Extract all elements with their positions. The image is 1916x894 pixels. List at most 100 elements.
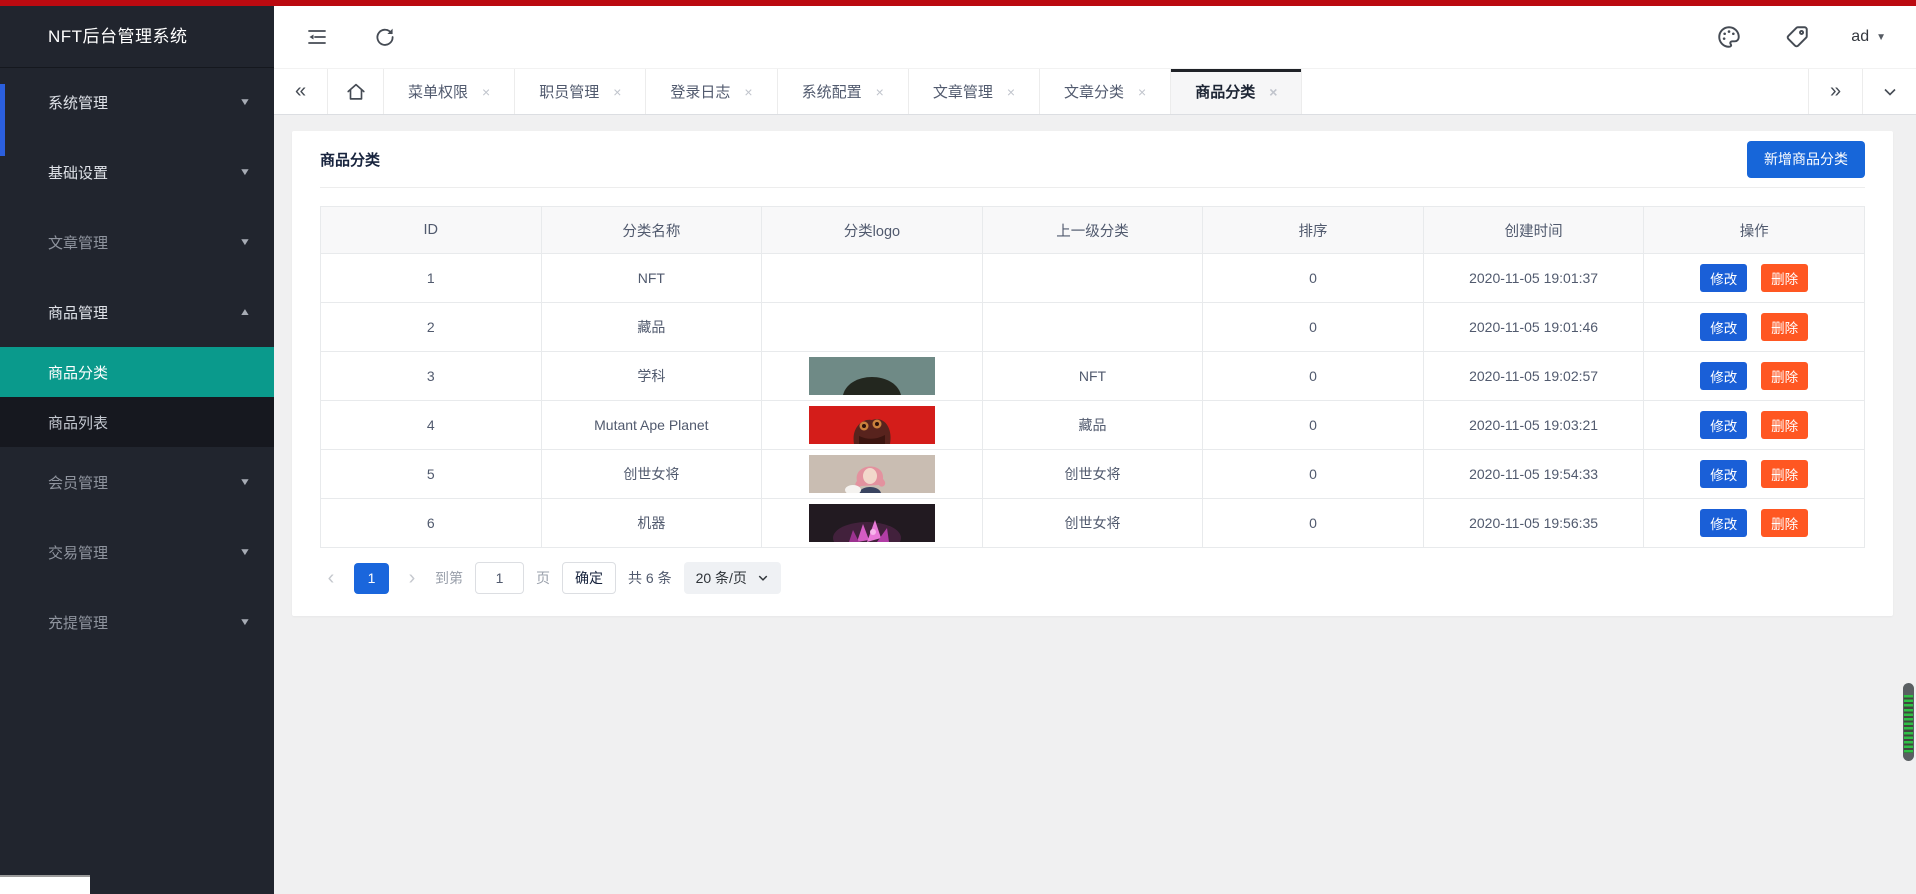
top-toolbar: ad ▼ xyxy=(274,6,1916,68)
cell-name: 藏品 xyxy=(541,303,762,352)
table-row: 2 藏品 0 2020-11-05 19:01:46 修改 删除 xyxy=(321,303,1865,352)
cell-id: 6 xyxy=(321,499,542,548)
cell-logo xyxy=(762,450,983,499)
close-icon[interactable]: × xyxy=(613,84,621,100)
tab-文章分类[interactable]: 文章分类 × xyxy=(1040,69,1171,114)
sidebar-item-文章管理[interactable]: 文章管理 ▼ xyxy=(0,207,274,277)
sidebar-item-基础设置[interactable]: 基础设置 ▼ xyxy=(0,137,274,207)
close-icon[interactable]: × xyxy=(1138,84,1146,100)
category-logo-image xyxy=(809,455,935,493)
tab-登录日志[interactable]: 登录日志 × xyxy=(646,69,777,114)
refresh-icon[interactable] xyxy=(372,24,398,50)
sidebar-item-交易管理[interactable]: 交易管理 ▼ xyxy=(0,517,274,587)
tabs-menu-button[interactable] xyxy=(1862,69,1916,114)
tab-label: 文章管理 xyxy=(933,81,993,102)
collapse-sidebar-icon[interactable] xyxy=(304,24,330,50)
cell-name: 创世女将 xyxy=(541,450,762,499)
tab-职员管理[interactable]: 职员管理 × xyxy=(515,69,646,114)
tab-label: 登录日志 xyxy=(670,81,730,102)
cell-name: 机器 xyxy=(541,499,762,548)
next-page-button[interactable]: › xyxy=(401,567,423,590)
goto-page-input[interactable] xyxy=(475,562,524,594)
cell-sort: 0 xyxy=(1203,303,1424,352)
cell-created: 2020-11-05 19:01:37 xyxy=(1423,254,1644,303)
chevron-icon: ▼ xyxy=(239,97,251,108)
edit-button[interactable]: 修改 xyxy=(1700,264,1747,292)
cell-actions: 修改 删除 xyxy=(1644,401,1865,450)
cell-id: 3 xyxy=(321,352,542,401)
user-caret-icon: ▼ xyxy=(1876,32,1886,43)
sidebar-subitem-商品分类[interactable]: 商品分类 xyxy=(0,347,274,397)
chevron-icon: ▼ xyxy=(239,547,251,558)
goto-prefix-label: 到第 xyxy=(435,568,463,588)
close-icon[interactable]: × xyxy=(1007,84,1015,100)
tabs-scroll-left-button[interactable]: « xyxy=(274,69,328,114)
cell-sort: 0 xyxy=(1203,401,1424,450)
theme-palette-icon[interactable] xyxy=(1715,23,1743,51)
tab-菜单权限[interactable]: 菜单权限 × xyxy=(384,69,515,114)
delete-button[interactable]: 删除 xyxy=(1761,313,1808,341)
chevron-down-icon xyxy=(1882,84,1898,100)
delete-button[interactable]: 删除 xyxy=(1761,264,1808,292)
sidebar-item-会员管理[interactable]: 会员管理 ▼ xyxy=(0,447,274,517)
close-icon[interactable]: × xyxy=(482,84,490,100)
sidebar-item-系统管理[interactable]: 系统管理 ▼ xyxy=(0,67,274,137)
cell-name: NFT xyxy=(541,254,762,303)
cell-actions: 修改 删除 xyxy=(1644,499,1865,548)
delete-button[interactable]: 删除 xyxy=(1761,509,1808,537)
content-area: 商品分类 新增商品分类 ID分类名称分类logo上一级分类排序创建时间操作 1 … xyxy=(274,115,1916,894)
sidebar-item-充提管理[interactable]: 充提管理 ▼ xyxy=(0,587,274,657)
cell-created: 2020-11-05 19:01:46 xyxy=(1423,303,1644,352)
home-tab[interactable] xyxy=(328,69,384,114)
page-1-button[interactable]: 1 xyxy=(354,563,389,594)
cell-sort: 0 xyxy=(1203,352,1424,401)
edit-button[interactable]: 修改 xyxy=(1700,509,1747,537)
cell-logo xyxy=(762,401,983,450)
cell-id: 4 xyxy=(321,401,542,450)
page-scrollbar-thumb[interactable] xyxy=(1903,683,1914,761)
tag-icon[interactable] xyxy=(1783,23,1811,51)
edit-button[interactable]: 修改 xyxy=(1700,411,1747,439)
pagination: ‹ 1 › 到第 页 确定 共 6 条 20 条/页 xyxy=(320,562,1865,594)
chevron-icon: ▼ xyxy=(239,477,251,488)
edit-button[interactable]: 修改 xyxy=(1700,460,1747,488)
cell-created: 2020-11-05 19:54:33 xyxy=(1423,450,1644,499)
tab-label: 商品分类 xyxy=(1195,81,1255,102)
cell-parent xyxy=(982,254,1203,303)
page-size-select[interactable]: 20 条/页 xyxy=(684,562,781,594)
column-header: ID xyxy=(321,207,542,254)
sidebar-subitem-商品列表[interactable]: 商品列表 xyxy=(0,397,274,447)
cell-parent: 藏品 xyxy=(982,401,1203,450)
edit-button[interactable]: 修改 xyxy=(1700,313,1747,341)
sidebar: NFT后台管理系统 系统管理 ▼ 基础设置 ▼ 文章管理 ▼ 商品管理 ▲ 商品… xyxy=(0,6,274,894)
tab-文章管理[interactable]: 文章管理 × xyxy=(909,69,1040,114)
tab-系统配置[interactable]: 系统配置 × xyxy=(778,69,909,114)
cell-actions: 修改 删除 xyxy=(1644,450,1865,499)
tab-bar: « 菜单权限 × 职员管理 × 登录日志 × 系统配置 × 文章管理 × 文章分… xyxy=(274,68,1916,115)
sidebar-menu: 系统管理 ▼ 基础设置 ▼ 文章管理 ▼ 商品管理 ▲ 商品分类商品列表 会员管… xyxy=(0,67,274,657)
cell-logo xyxy=(762,499,983,548)
page-size-value: 20 条/页 xyxy=(696,568,747,588)
category-logo-image xyxy=(809,357,935,395)
close-icon[interactable]: × xyxy=(1269,84,1277,100)
delete-button[interactable]: 删除 xyxy=(1761,362,1808,390)
goto-confirm-button[interactable]: 确定 xyxy=(562,562,616,594)
cell-parent: 创世女将 xyxy=(982,499,1203,548)
category-table: ID分类名称分类logo上一级分类排序创建时间操作 1 NFT 0 2020-1… xyxy=(320,206,1865,548)
tab-label: 菜单权限 xyxy=(408,81,468,102)
close-icon[interactable]: × xyxy=(744,84,752,100)
page-title: 商品分类 xyxy=(320,149,380,170)
edit-button[interactable]: 修改 xyxy=(1700,362,1747,390)
cell-actions: 修改 删除 xyxy=(1644,352,1865,401)
tabs-scroll-right-button[interactable]: » xyxy=(1808,69,1862,114)
user-menu[interactable]: ad ▼ xyxy=(1851,28,1886,46)
cell-parent: 创世女将 xyxy=(982,450,1203,499)
prev-page-button[interactable]: ‹ xyxy=(320,567,342,590)
delete-button[interactable]: 删除 xyxy=(1761,411,1808,439)
delete-button[interactable]: 删除 xyxy=(1761,460,1808,488)
sidebar-item-商品管理[interactable]: 商品管理 ▲ xyxy=(0,277,274,347)
chevron-icon: ▼ xyxy=(239,617,251,628)
add-category-button[interactable]: 新增商品分类 xyxy=(1747,141,1865,178)
tab-商品分类[interactable]: 商品分类 × xyxy=(1171,69,1302,114)
close-icon[interactable]: × xyxy=(876,84,884,100)
